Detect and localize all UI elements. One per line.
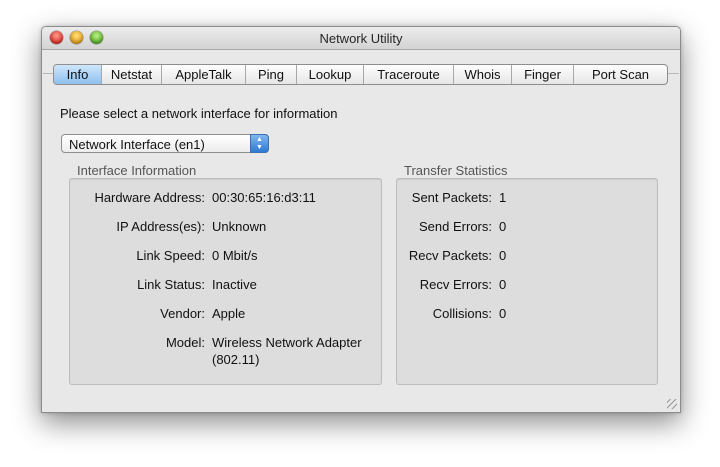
collisions-label: Collisions: bbox=[432, 306, 492, 321]
interface-info-title: Interface Information bbox=[77, 163, 197, 178]
tab-ping[interactable]: Ping bbox=[246, 65, 297, 84]
link-status-label: Link Status: bbox=[137, 277, 205, 292]
hardware-address-value: 00:30:65:16:d3:11 bbox=[212, 190, 316, 205]
tab-port-scan[interactable]: Port Scan bbox=[574, 65, 667, 84]
window-title: Network Utility bbox=[319, 31, 403, 46]
tab-lookup[interactable]: Lookup bbox=[297, 65, 364, 84]
recv-packets-value: 0 bbox=[499, 248, 507, 263]
sent-packets-value: 1 bbox=[499, 190, 507, 205]
title-bar[interactable]: Network Utility bbox=[42, 27, 680, 50]
model-value: Wireless Network Adapter bbox=[212, 335, 362, 350]
hardware-address-label: Hardware Address: bbox=[94, 190, 205, 205]
ip-address-label: IP Address(es): bbox=[116, 219, 205, 234]
interface-prompt: Please select a network interface for in… bbox=[60, 106, 338, 121]
link-status-value: Inactive bbox=[212, 277, 257, 292]
link-speed-value: 0 Mbit/s bbox=[212, 248, 258, 263]
model-label: Model: bbox=[165, 335, 205, 350]
model-value-line2: (802.11) bbox=[212, 352, 260, 367]
tab-finger[interactable]: Finger bbox=[512, 65, 574, 84]
recv-packets-label: Recv Packets: bbox=[408, 248, 492, 263]
resize-grip-icon[interactable] bbox=[667, 399, 677, 409]
network-utility-window: Network Utility Info Netstat AppleTalk P… bbox=[41, 26, 681, 413]
vendor-value: Apple bbox=[212, 306, 246, 321]
tab-info[interactable]: Info bbox=[54, 65, 102, 84]
tab-bar: Info Netstat AppleTalk Ping Lookup Trace… bbox=[53, 64, 668, 85]
link-speed-label: Link Speed: bbox=[136, 248, 205, 263]
tab-traceroute[interactable]: Traceroute bbox=[364, 65, 454, 84]
collisions-value: 0 bbox=[499, 306, 507, 321]
recv-errors-value: 0 bbox=[499, 277, 507, 292]
send-errors-label: Send Errors: bbox=[419, 219, 492, 234]
ip-address-value: Unknown bbox=[212, 219, 267, 234]
tab-whois[interactable]: Whois bbox=[454, 65, 512, 84]
transfer-stats-title: Transfer Statistics bbox=[404, 163, 508, 178]
recv-errors-label: Recv Errors: bbox=[419, 277, 492, 292]
sent-packets-label: Sent Packets: bbox=[411, 190, 492, 205]
send-errors-value: 0 bbox=[499, 219, 507, 234]
interface-select[interactable]: Network Interface (en1) ▲ ▼ bbox=[61, 134, 269, 153]
tab-appletalk[interactable]: AppleTalk bbox=[162, 65, 246, 84]
tab-netstat[interactable]: Netstat bbox=[102, 65, 162, 84]
up-down-stepper-icon: ▲ ▼ bbox=[250, 134, 269, 153]
vendor-label: Vendor: bbox=[160, 306, 205, 321]
interface-select-value: Network Interface (en1) bbox=[69, 137, 205, 152]
